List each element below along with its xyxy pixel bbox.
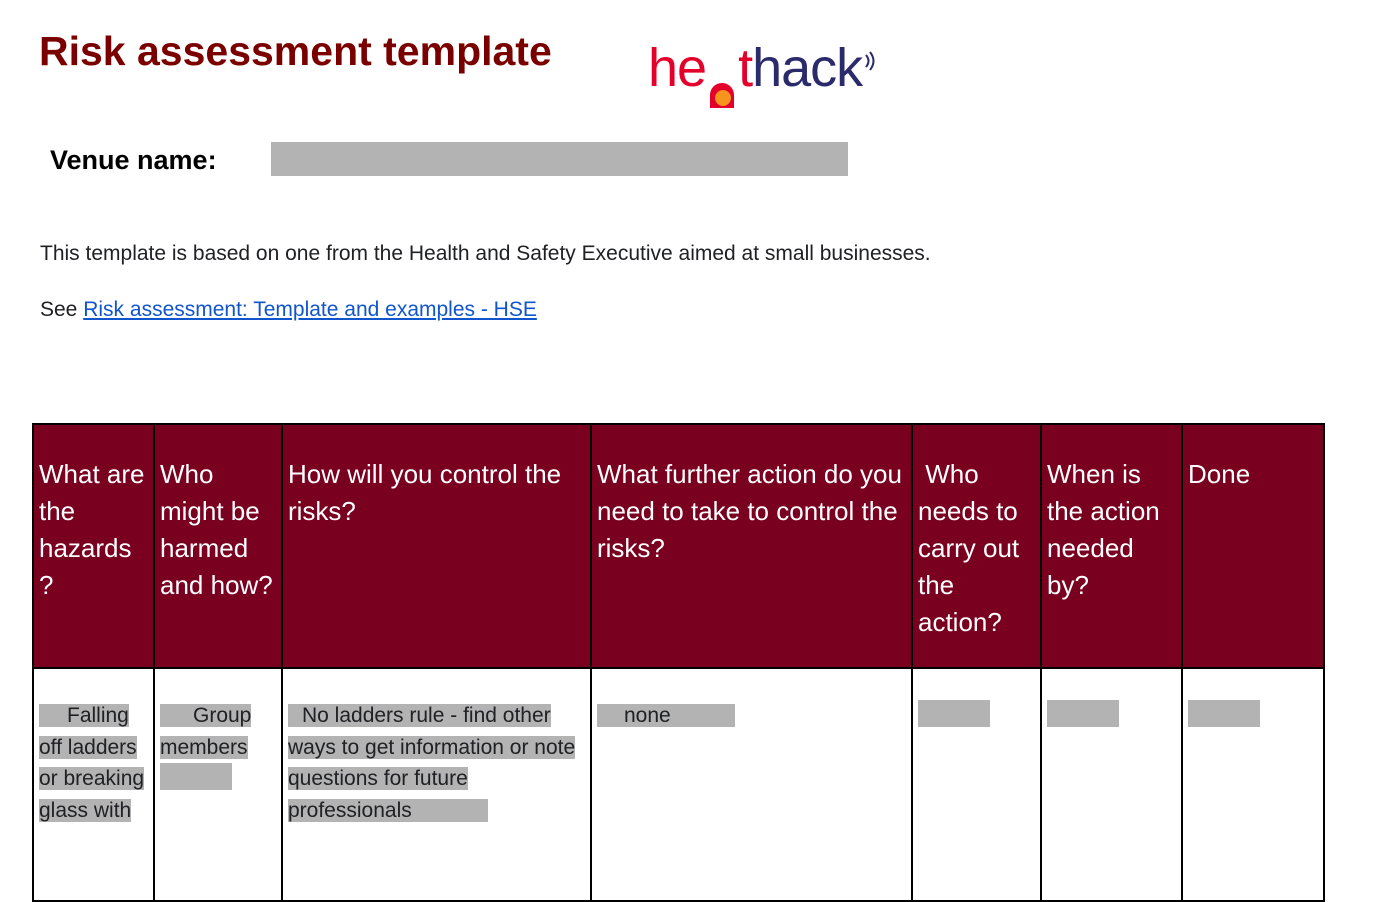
who-action-blank [918,700,990,727]
further-action-text: none [597,704,735,727]
intro-text: This template is based on one from the H… [40,242,931,265]
hse-template-link[interactable]: Risk assessment: Template and examples -… [83,298,537,321]
cell-when-needed[interactable] [1040,667,1183,902]
table-header-row: What are the hazards ? Who might be harm… [32,423,1325,669]
see-prefix: See [40,298,78,321]
cell-who-harmed[interactable]: Group members [153,667,283,902]
logo-text-hack: hack [752,38,863,98]
control-text: No ladders rule - find other ways to get… [288,704,576,822]
venue-name-field[interactable] [271,142,848,176]
header-further-action: What further action do you need to take … [590,423,913,669]
heathack-logo: he t hack [648,22,876,108]
see-line: See Risk assessment: Template and exampl… [40,296,537,324]
cell-control[interactable]: No ladders rule - find other ways to get… [281,667,592,902]
header-who-harmed: Who might be harmed and how? [153,423,283,669]
done-blank [1188,700,1260,727]
who-harmed-blank [160,763,232,790]
when-needed-blank [1047,700,1119,727]
risk-assessment-table: What are the hazards ? Who might be harm… [32,423,1325,902]
header-when-needed: When is the action needed by? [1040,423,1183,669]
header-control-risks: How will you control the risks? [281,423,592,669]
cell-who-action[interactable] [911,667,1042,902]
table-row: Falling off ladders or breaking glass wi… [32,667,1325,902]
cell-done[interactable] [1181,667,1325,902]
page-title: Risk assessment template [39,28,552,74]
header-hazards: What are the hazards ? [32,423,155,669]
who-harmed-text: Group members [160,704,252,759]
hazard-text: Falling off ladders or breaking glass wi… [39,704,145,822]
venue-name-label: Venue name: [50,145,217,175]
header-who-carries-out: Who needs to carry out the action? [911,423,1042,669]
cell-hazard[interactable]: Falling off ladders or breaking glass wi… [32,667,155,902]
sun-icon [707,60,737,108]
header-done: Done [1181,423,1325,669]
cell-further-action[interactable]: none [590,667,913,902]
logo-text-he: he [648,38,707,98]
logo-text-t: t [738,38,753,98]
signal-waves-icon [864,22,876,86]
